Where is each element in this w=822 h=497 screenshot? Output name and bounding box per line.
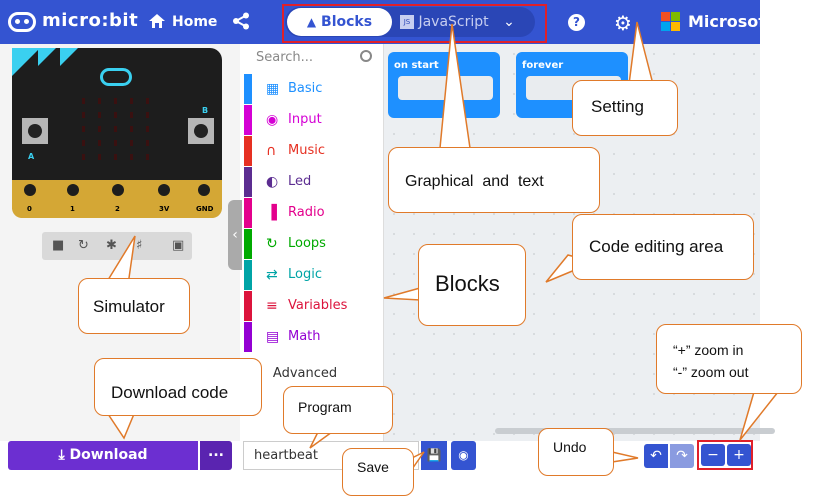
led bbox=[98, 112, 101, 118]
on-start-block[interactable]: on start bbox=[388, 52, 500, 118]
toolbox-category-label: Music bbox=[288, 143, 325, 158]
led bbox=[130, 126, 133, 132]
led bbox=[98, 154, 101, 160]
led bbox=[114, 98, 117, 104]
advanced-toggle[interactable]: ⌄Advanced bbox=[250, 366, 337, 381]
led bbox=[98, 126, 101, 132]
callout-blocks: Blocks bbox=[418, 244, 526, 326]
callout-undo: Undo bbox=[538, 428, 614, 476]
shuffle-icon: ⇄ bbox=[266, 267, 278, 283]
toolbox-category-math[interactable]: ▤ Math bbox=[244, 322, 384, 352]
led bbox=[146, 154, 149, 160]
led bbox=[114, 112, 117, 118]
search-input[interactable]: Search... bbox=[256, 50, 313, 65]
search-icon[interactable] bbox=[360, 50, 372, 62]
toolbox-category-label: Logic bbox=[288, 267, 322, 282]
collapse-simulator-handle[interactable]: ‹ bbox=[228, 200, 242, 270]
led bbox=[114, 126, 117, 132]
help-icon[interactable]: ? bbox=[568, 14, 585, 31]
led-matrix bbox=[12, 48, 222, 218]
callout-program: Program bbox=[283, 386, 393, 434]
undo-button[interactable]: ↶ bbox=[644, 444, 668, 468]
zoom-out-button[interactable]: − bbox=[701, 444, 725, 466]
led bbox=[146, 112, 149, 118]
callout-graphical-text: Graphical and text bbox=[388, 147, 600, 213]
callout-simulator: Simulator bbox=[78, 278, 190, 334]
toolbox-category-variables[interactable]: ≡ Variables bbox=[244, 291, 384, 321]
calculator-icon: ▤ bbox=[266, 329, 280, 345]
toolbox-category-label: Input bbox=[288, 112, 322, 127]
toolbox-category-label: Radio bbox=[288, 205, 325, 220]
led bbox=[82, 126, 85, 132]
callout-setting: Setting bbox=[572, 80, 678, 136]
toolbox-category-label: Led bbox=[288, 174, 312, 189]
toolbox-category-label: Basic bbox=[288, 81, 323, 96]
led bbox=[82, 112, 85, 118]
redo-button[interactable]: ↷ bbox=[670, 444, 694, 468]
led bbox=[98, 140, 101, 146]
horizontal-scrollbar[interactable] bbox=[495, 428, 775, 434]
callout-code-area: Code editing area bbox=[572, 214, 754, 280]
toolbox-category-music[interactable]: ∩ Music bbox=[244, 136, 384, 166]
fullscreen-icon[interactable]: ▣ bbox=[172, 238, 184, 253]
led bbox=[82, 154, 85, 160]
gear-icon[interactable]: ⚙ bbox=[614, 11, 632, 35]
microsoft-logo-icon bbox=[661, 12, 681, 32]
toolbox-category-led[interactable]: ◐ Led bbox=[244, 167, 384, 197]
toolbox-category-label: Math bbox=[288, 329, 321, 344]
led bbox=[130, 98, 133, 104]
led bbox=[114, 154, 117, 160]
stop-icon[interactable]: ■ bbox=[52, 238, 64, 253]
loop-icon: ↻ bbox=[266, 236, 278, 252]
callout-download: Download code bbox=[94, 358, 262, 416]
more-options-button[interactable]: ... bbox=[200, 441, 232, 470]
save-icon[interactable]: 💾 bbox=[421, 441, 447, 470]
mode-highlight-box bbox=[282, 4, 547, 43]
toolbox-category-radio[interactable]: ▐ Radio bbox=[244, 198, 384, 228]
led bbox=[82, 98, 85, 104]
led bbox=[146, 140, 149, 146]
microbit-logo-icon bbox=[8, 12, 36, 32]
toolbox-category-label: Loops bbox=[288, 236, 326, 251]
github-icon[interactable]: ◉ bbox=[451, 441, 476, 470]
led bbox=[82, 140, 85, 146]
led bbox=[130, 140, 133, 146]
signal-icon: ▐ bbox=[266, 205, 277, 221]
app-name[interactable]: micro:bit bbox=[42, 10, 138, 31]
brand-name[interactable]: Microsoft bbox=[688, 12, 773, 31]
toolbox-category-input[interactable]: ◉ Input bbox=[244, 105, 384, 135]
share-icon[interactable] bbox=[232, 12, 250, 30]
simulator-toolbar: ■ ↻ ✱ ♯ ▣ bbox=[42, 232, 192, 260]
toolbox-category-logic[interactable]: ⇄ Logic bbox=[244, 260, 384, 290]
mute-icon[interactable]: ♯ bbox=[136, 238, 142, 253]
restart-icon[interactable]: ↻ bbox=[78, 238, 89, 253]
toggle-icon: ◐ bbox=[266, 174, 279, 190]
home-icon[interactable] bbox=[148, 12, 166, 30]
callout-zoom: “+” zoom in “-” zoom out bbox=[656, 324, 802, 394]
led bbox=[146, 126, 149, 132]
zoom-in-button[interactable]: + bbox=[727, 444, 751, 466]
headphones-icon: ∩ bbox=[266, 143, 277, 159]
led bbox=[130, 154, 133, 160]
download-button[interactable]: ⤓ Download bbox=[8, 441, 198, 470]
download-icon: ⤓ bbox=[58, 447, 65, 463]
led bbox=[146, 98, 149, 104]
block-slot bbox=[398, 76, 493, 100]
toolbox-category-basic[interactable]: ▦ Basic bbox=[244, 74, 384, 104]
callout-save: Save bbox=[342, 448, 414, 496]
toolbox-category-label: Variables bbox=[288, 298, 348, 313]
toolbox-category-loops[interactable]: ↻ Loops bbox=[244, 229, 384, 259]
lines-icon: ≡ bbox=[266, 298, 278, 314]
debug-icon[interactable]: ✱ bbox=[106, 238, 117, 253]
led bbox=[114, 140, 117, 146]
grid-icon: ▦ bbox=[266, 81, 280, 97]
target-icon: ◉ bbox=[266, 112, 279, 128]
home-button[interactable]: Home bbox=[172, 14, 217, 30]
led bbox=[130, 112, 133, 118]
led bbox=[98, 98, 101, 104]
